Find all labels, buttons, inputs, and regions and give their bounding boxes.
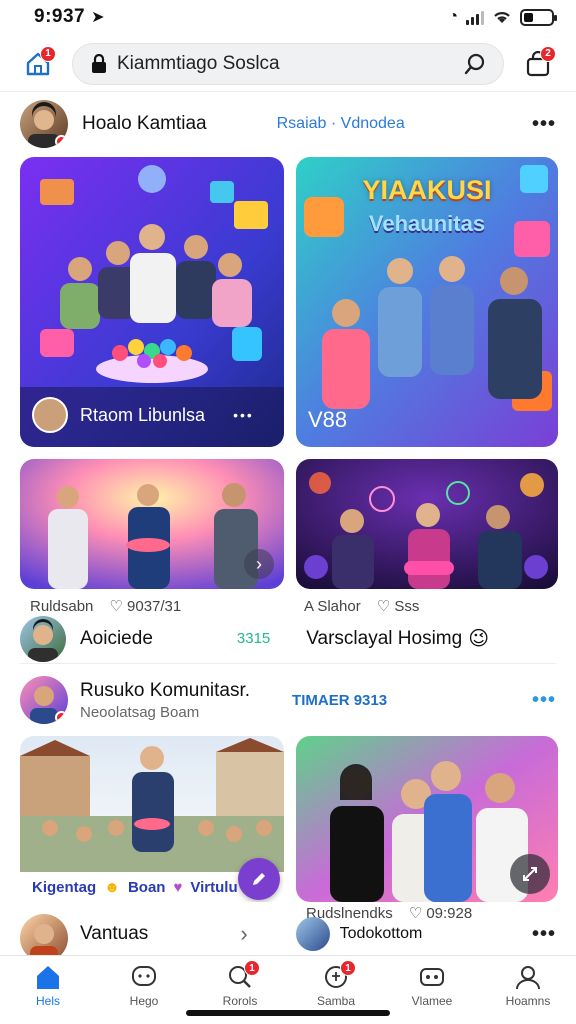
pencil-icon — [253, 873, 265, 885]
like-count[interactable]: ♡ 9037/31 — [109, 597, 181, 615]
nav-label: Hego — [129, 994, 159, 1008]
user-name[interactable]: Todokottom — [340, 925, 423, 943]
card-caption-text: V88 — [308, 407, 348, 432]
caption-avatar — [32, 397, 68, 433]
caption-text: Virtulu — [190, 879, 238, 896]
caption-text: Kigentag — [32, 879, 97, 896]
media-card-outdoor[interactable]: Kigentag ☻ Boan ♥ Virtulu — [20, 736, 284, 902]
community-avatar[interactable] — [20, 676, 68, 724]
media-card-party[interactable]: Rtaom Libunlsa ••• — [20, 157, 284, 447]
nav-label: Samba — [316, 994, 356, 1008]
nav-item-home[interactable]: Hels — [0, 956, 96, 1024]
home-indicator — [186, 1010, 390, 1016]
battery-icon — [520, 8, 557, 26]
card-caption-text: Rtaom Libunlsa — [80, 404, 206, 425]
home-button[interactable]: 1 — [18, 44, 58, 84]
wink-emoji-icon: 😉 — [468, 628, 490, 650]
author-name[interactable]: Hoalo Kamtiaa — [82, 113, 207, 135]
signal-icon — [466, 9, 484, 25]
game-icon — [420, 968, 444, 986]
nav-label: Hoamns — [505, 994, 551, 1008]
media-card-celebration[interactable]: › — [20, 459, 284, 589]
wifi-icon — [494, 12, 510, 23]
chat-icon — [132, 966, 156, 986]
status-bar: 9:937 ➤ ◔ — [0, 0, 576, 34]
alarm-icon: ◔ — [448, 8, 458, 25]
user-avatar[interactable] — [20, 615, 66, 662]
top-bar: 1 Kiammtiago Soslca 2 — [0, 36, 576, 92]
more-options-button[interactable]: ••• — [532, 923, 556, 946]
nav-label: Vlamee — [411, 994, 453, 1008]
author-avatar[interactable] — [20, 100, 68, 148]
profile-icon — [516, 966, 540, 990]
card-caption: Kigentag ☻ Boan ♥ Virtulu — [32, 879, 238, 896]
chevron-right-icon: › — [256, 553, 262, 574]
nav-item-profile[interactable]: Hoamns — [480, 956, 576, 1024]
shopping-bag-button[interactable]: 2 — [518, 44, 558, 84]
chevron-right-icon[interactable]: › — [240, 921, 247, 947]
media-card-community[interactable]: YIAAKUSI Vehaunitas V88 — [296, 157, 558, 447]
user-row[interactable]: Aoiciede 3315 Varsclayal Hosimg 😉 — [20, 614, 556, 664]
post-header: Hoalo Kamtiaa Rsaiab · Vdnodea ••• — [20, 98, 556, 150]
community-tag[interactable]: TIMAER 9313 — [292, 692, 387, 709]
card-overlay-title: YIAAKUSI — [362, 175, 492, 205]
nav-item-games[interactable]: Vlamee — [384, 956, 480, 1024]
compose-fab[interactable] — [238, 858, 280, 900]
post-meta-left: Ruldsabn ♡ 9037/31 — [30, 597, 181, 616]
home-icon — [37, 966, 59, 989]
lock-icon — [92, 53, 106, 73]
user-avatar[interactable] — [295, 917, 330, 951]
more-options-button[interactable]: ••• — [532, 689, 556, 712]
next-button[interactable]: › — [244, 549, 274, 579]
bag-badge: 2 — [540, 45, 556, 62]
post-header: Rusuko Komunitasr. Neoolatsag Boam TIMAE… — [20, 672, 556, 728]
online-dot — [55, 135, 68, 148]
home-badge: 1 — [40, 45, 56, 62]
nav-label: Hels — [35, 994, 60, 1008]
like-count[interactable]: ♡ Sss — [377, 597, 420, 615]
status-time: 9:937 — [34, 6, 86, 27]
nav-item-chat[interactable]: Hego — [96, 956, 192, 1024]
expand-icon — [523, 867, 537, 881]
media-card-friends[interactable] — [296, 736, 558, 902]
post-tag-link[interactable]: Rsaiab · Vdnodea — [277, 115, 405, 133]
search-bar[interactable]: Kiammtiago Soslca — [72, 42, 504, 85]
card-caption: V88 — [308, 407, 347, 433]
caption-text: Boan — [127, 879, 166, 896]
nav-badge: 1 — [340, 960, 356, 976]
post-meta-right: A Slahor ♡ Sss — [304, 597, 420, 616]
user-name[interactable]: Vantuas — [80, 923, 148, 945]
user-count: 3315 — [236, 630, 271, 647]
user-row[interactable]: Vantuas › Todokottom ••• — [20, 912, 556, 962]
media-card-night[interactable] — [296, 459, 558, 589]
user-name[interactable]: Aoiciede — [80, 628, 153, 650]
bottom-navigation: Hels Hego 1 Rorols 1 Samba Vlamee Hoamns — [0, 955, 576, 1024]
card-options[interactable]: ••• — [233, 407, 254, 423]
location-arrow-icon: ➤ — [91, 9, 105, 26]
more-options-button[interactable]: ••• — [532, 113, 556, 136]
post-title[interactable]: Varsclayal Hosimg — [306, 628, 462, 650]
meta-author: A Slahor — [304, 597, 361, 615]
smile-emoji-icon: ☻ — [104, 879, 120, 896]
card-caption: Rtaom Libunlsa ••• — [32, 397, 254, 433]
community-subtitle: Neoolatsag Boam — [80, 703, 200, 721]
expand-button[interactable] — [510, 854, 550, 894]
search-icon[interactable] — [463, 52, 487, 76]
nav-label: Rorols — [222, 994, 258, 1008]
community-name[interactable]: Rusuko Komunitasr. — [80, 680, 250, 702]
online-dot — [55, 711, 68, 724]
night-scene-image — [296, 459, 558, 589]
search-text: Kiammtiago Soslca — [117, 52, 280, 74]
nav-badge: 1 — [244, 960, 260, 976]
card-overlay-subtitle: Vehaunitas — [368, 211, 486, 236]
heart-icon: ♥ — [173, 879, 183, 896]
meta-author: Ruldsabn — [30, 597, 94, 615]
